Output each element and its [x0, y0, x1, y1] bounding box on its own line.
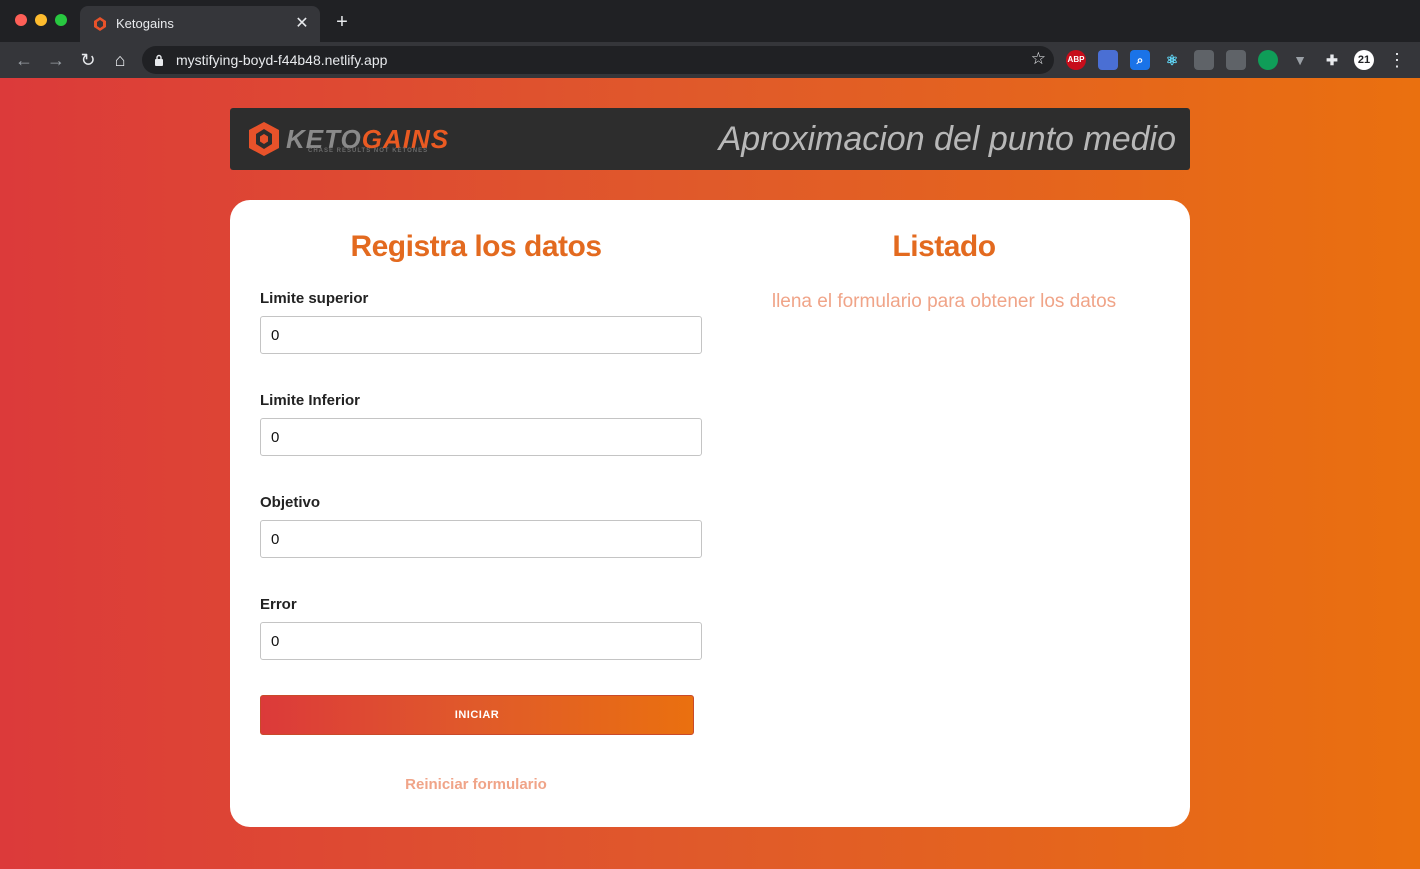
extension-7-icon[interactable]	[1258, 50, 1278, 70]
extensions-puzzle-icon[interactable]: ✚	[1322, 50, 1342, 70]
url-text: mystifying-boyd-f44b48.netlify.app	[176, 52, 388, 68]
objective-input[interactable]	[260, 520, 702, 558]
objective-label: Objetivo	[260, 494, 321, 511]
back-arrow-icon[interactable]: ←	[12, 48, 36, 72]
minimize-window-button[interactable]	[35, 14, 47, 26]
form-title: Registra los datos	[350, 230, 602, 263]
extension-5-icon[interactable]	[1194, 50, 1214, 70]
browser-toolbar: ← → ↻ ⌂ mystifying-boyd-f44b48.netlify.a…	[0, 42, 1420, 78]
forward-arrow-icon[interactable]: →	[44, 48, 68, 72]
lock-icon	[155, 54, 163, 66]
ketogains-logo-icon	[249, 122, 279, 156]
lower-limit-label: Limite Inferior	[260, 392, 361, 409]
home-icon[interactable]: ⌂	[108, 48, 132, 72]
main-card: Registra los datos Limite superior Limit…	[230, 200, 1190, 827]
bookmark-star-icon[interactable]: ☆	[1031, 49, 1046, 69]
maximize-window-button[interactable]	[55, 14, 67, 26]
page-background: KETOGAINS CHASE RESULTS NOT KETONES Apro…	[0, 78, 1420, 869]
lower-limit-input[interactable]	[260, 418, 702, 456]
adblock-plus-icon[interactable]: ABP	[1066, 50, 1086, 70]
error-label: Error	[260, 596, 297, 613]
new-tab-button[interactable]: +	[332, 12, 352, 32]
extension-2-icon[interactable]	[1098, 50, 1118, 70]
extension-6-icon[interactable]	[1226, 50, 1246, 70]
browser-tab[interactable]: Ketogains ✕	[80, 6, 320, 42]
upper-limit-input[interactable]	[260, 316, 702, 354]
upper-limit-label: Limite superior	[260, 290, 369, 307]
reload-icon[interactable]: ↻	[76, 48, 100, 72]
ketogains-favicon-icon	[94, 17, 106, 31]
page-title: Aproximacion del punto medio	[718, 120, 1176, 158]
close-tab-icon[interactable]: ✕	[292, 14, 312, 34]
vue-devtools-icon[interactable]: ▼	[1290, 50, 1310, 70]
tab-title: Ketogains	[116, 16, 174, 31]
address-bar[interactable]: mystifying-boyd-f44b48.netlify.app ☆	[142, 46, 1054, 74]
error-input[interactable]	[260, 622, 702, 660]
extension-search-icon[interactable]: ⌕	[1130, 50, 1150, 70]
list-title: Listado	[892, 230, 996, 263]
list-empty-message: llena el formulario para obtener los dat…	[771, 291, 1117, 312]
start-button[interactable]: INICIAR	[260, 695, 694, 735]
close-window-button[interactable]	[15, 14, 27, 26]
logo-tagline: CHASE RESULTS NOT KETONES	[308, 148, 429, 154]
react-devtools-icon[interactable]: ⚛	[1162, 50, 1182, 70]
browser-menu-icon[interactable]: ⋮	[1388, 48, 1406, 72]
browser-tabbar: Ketogains ✕ +	[0, 0, 1420, 42]
site-header: KETOGAINS CHASE RESULTS NOT KETONES Apro…	[230, 108, 1190, 170]
reset-form-link[interactable]: Reiniciar formulario	[230, 776, 722, 793]
extension-21-icon[interactable]: 21	[1354, 50, 1374, 70]
